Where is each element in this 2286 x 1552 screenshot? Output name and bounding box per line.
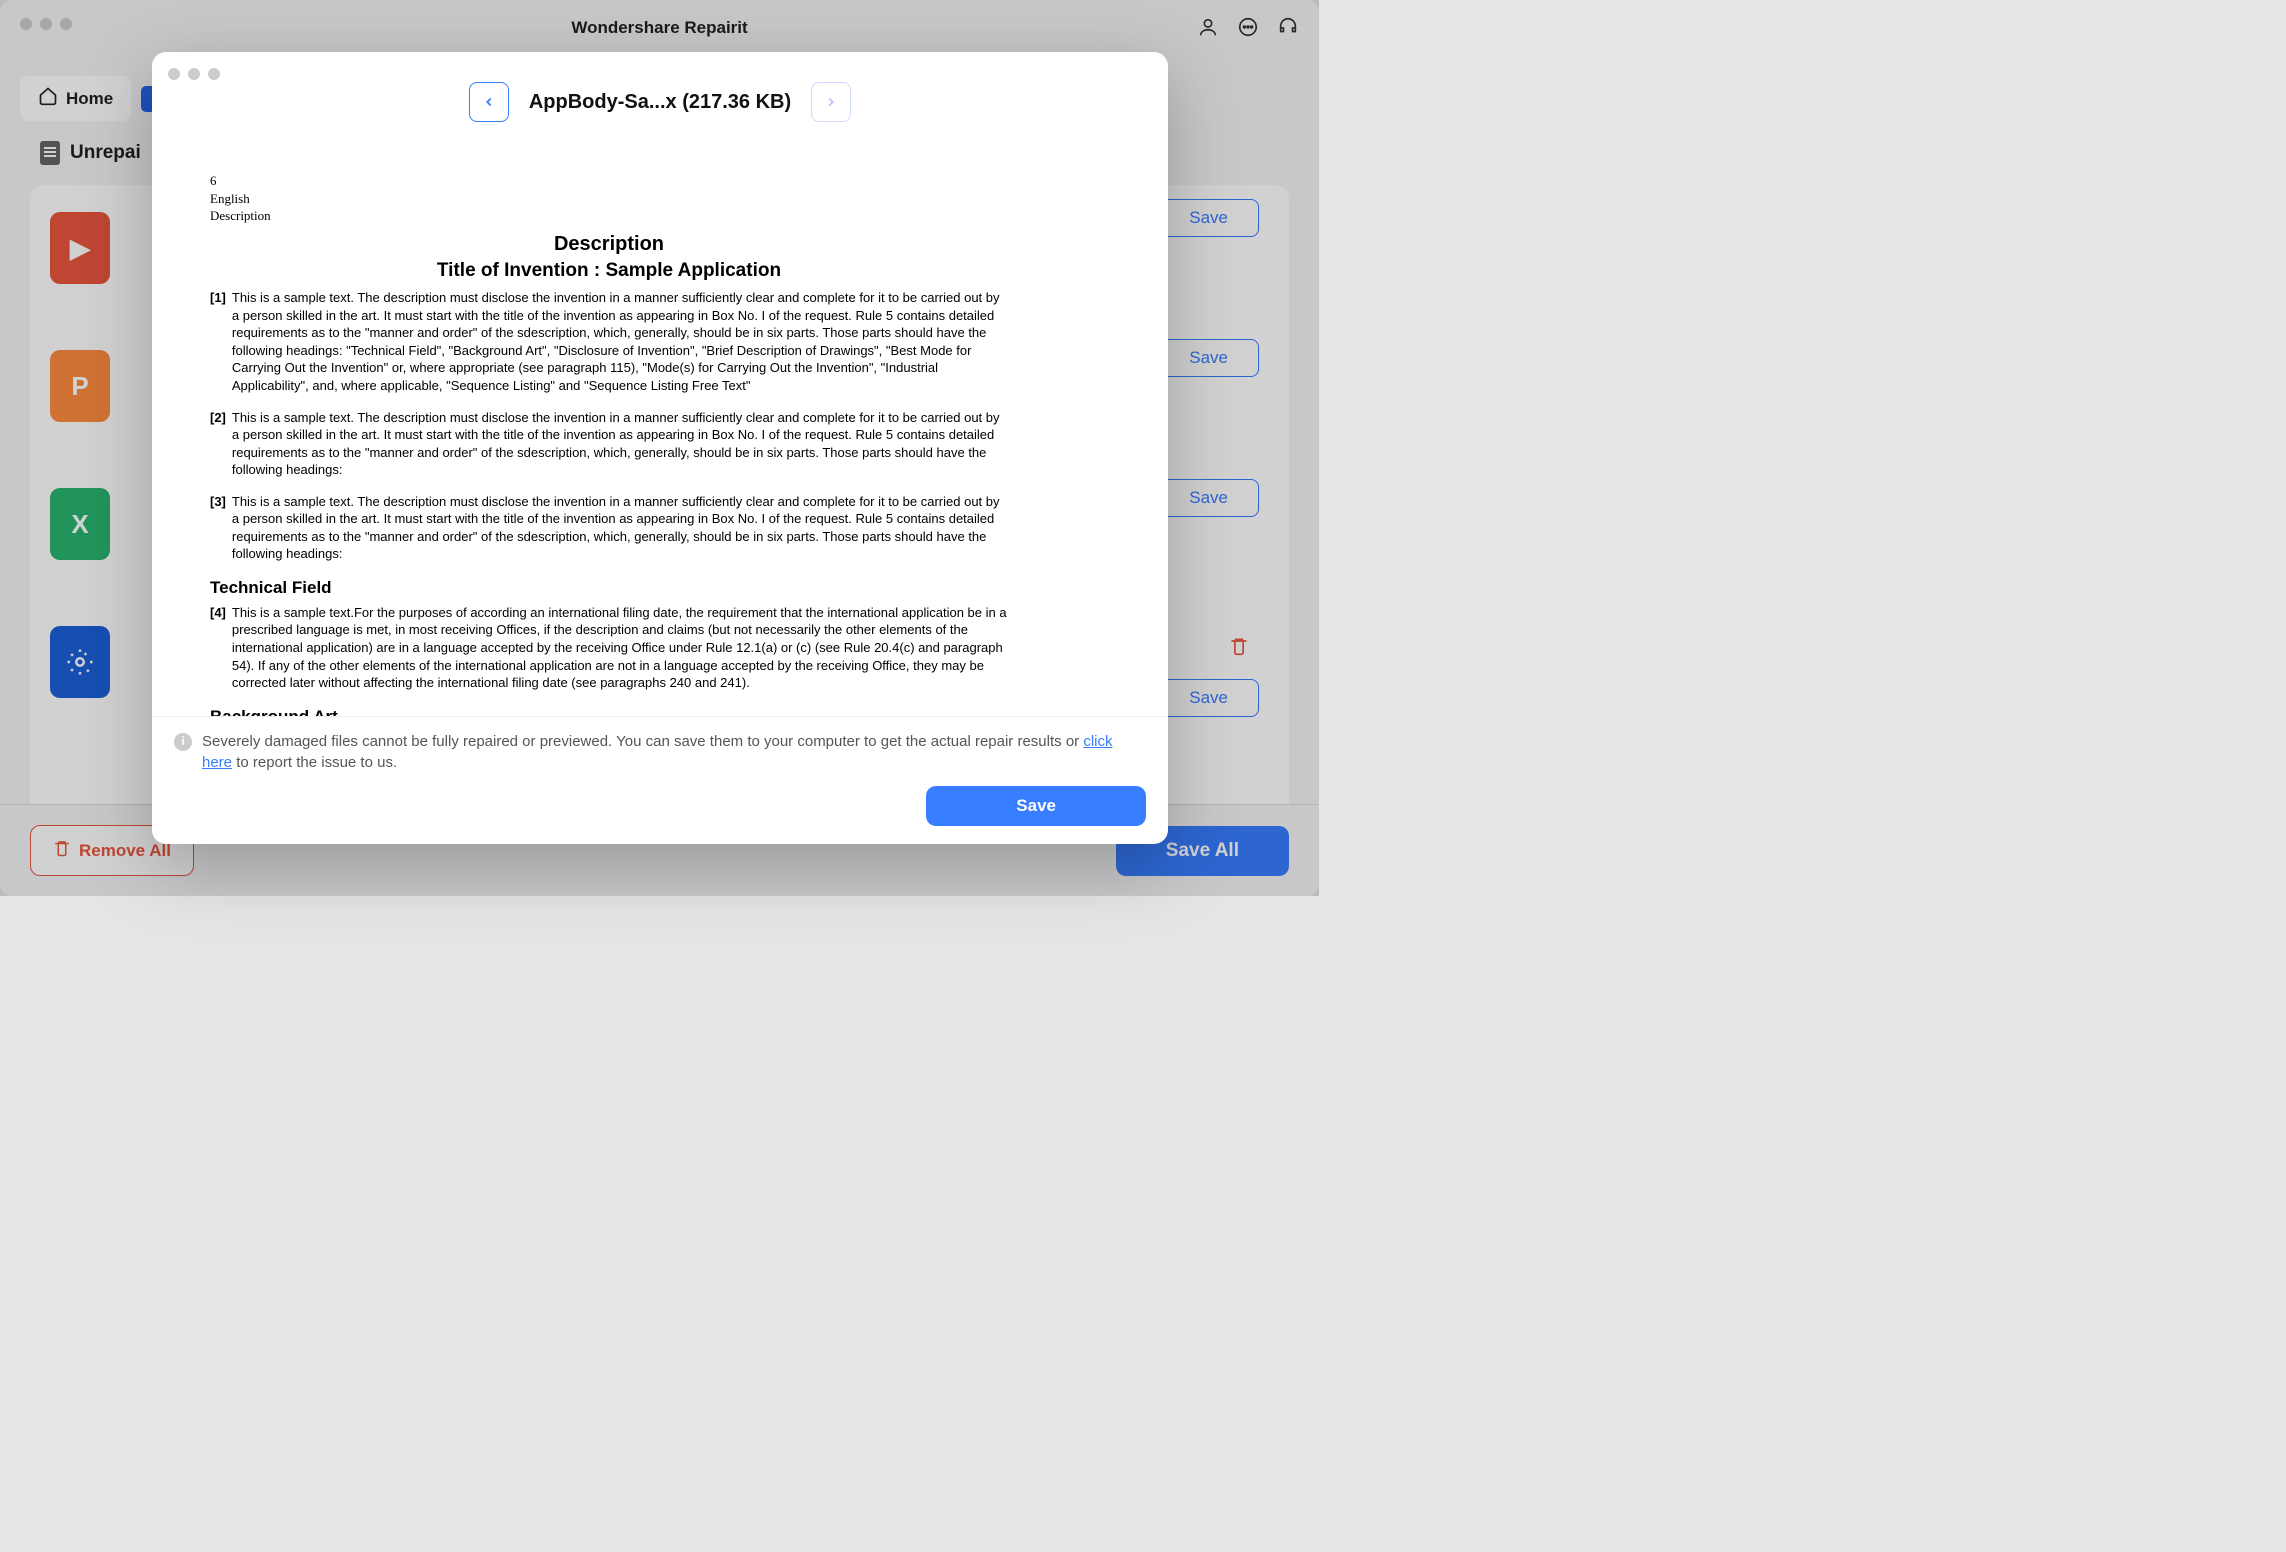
para-text: This is a sample text. The description m… — [232, 289, 1008, 394]
modal-window-controls[interactable] — [168, 68, 220, 80]
para-num: [2] — [210, 409, 226, 479]
modal-save-button[interactable]: Save — [926, 786, 1146, 826]
footer-note-text-2: to report the issue to us. — [232, 754, 397, 771]
para-text: This is a sample text.For the purposes o… — [232, 604, 1008, 692]
footer-note: i Severely damaged files cannot be fully… — [174, 731, 1146, 775]
footer-note-text-1: Severely damaged files cannot be fully r… — [202, 733, 1083, 750]
modal-zoom-dot[interactable] — [208, 68, 220, 80]
doc-subheading: Title of Invention : Sample Application — [210, 258, 1008, 284]
section-background-art: Background Art — [210, 706, 1008, 716]
para-num: [4] — [210, 604, 226, 692]
page-number: 6 — [210, 172, 1008, 190]
modal-file-title: AppBody-Sa...x (217.36 KB) — [529, 91, 791, 114]
prev-file-button[interactable] — [469, 82, 509, 122]
info-icon: i — [174, 733, 192, 751]
para-text: This is a sample text. The description m… — [232, 409, 1008, 479]
para-num: [3] — [210, 493, 226, 563]
para-text: This is a sample text. The description m… — [232, 493, 1008, 563]
section-technical-field: Technical Field — [210, 577, 1008, 600]
modal-header: AppBody-Sa...x (217.36 KB) — [152, 52, 1168, 142]
para-num: [1] — [210, 289, 226, 394]
preview-scroll-area[interactable]: 6 English Description Description Title … — [152, 142, 1168, 716]
doc-heading: Description — [210, 231, 1008, 258]
preview-modal: AppBody-Sa...x (217.36 KB) 6 English Des… — [152, 52, 1168, 844]
document-preview: 6 English Description Description Title … — [210, 142, 1008, 716]
modal-footer: i Severely damaged files cannot be fully… — [152, 716, 1168, 845]
doc-section-label: Description — [210, 207, 1008, 225]
next-file-button[interactable] — [811, 82, 851, 122]
modal-minimize-dot[interactable] — [188, 68, 200, 80]
doc-language: English — [210, 190, 1008, 208]
modal-close-dot[interactable] — [168, 68, 180, 80]
